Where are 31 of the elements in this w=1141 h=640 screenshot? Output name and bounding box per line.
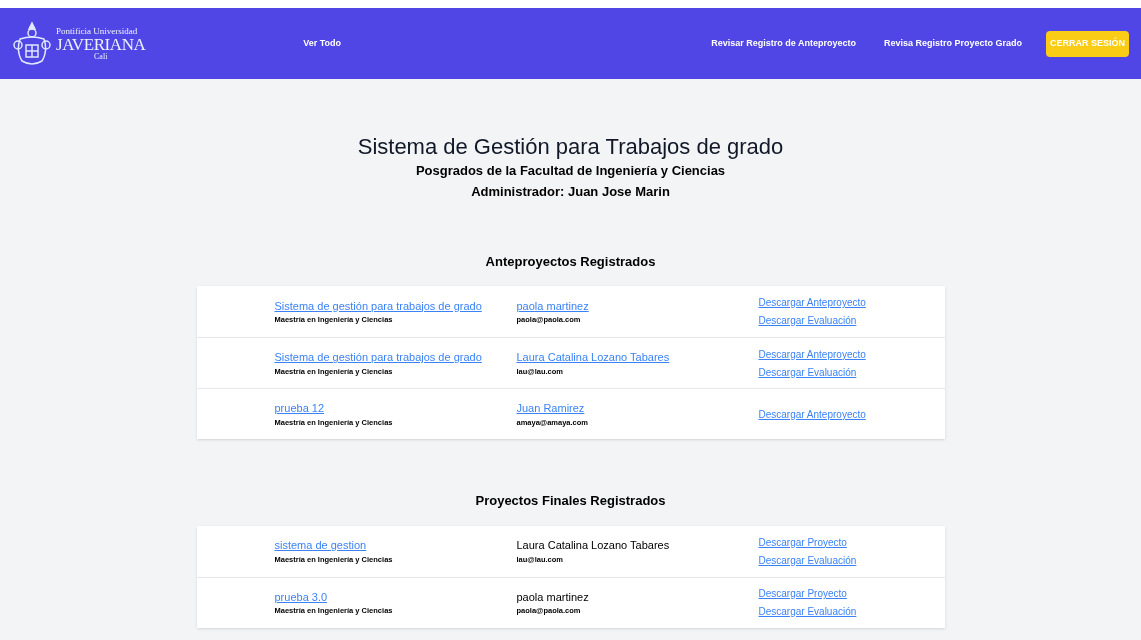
section-heading: Proyectos Finales Registrados — [475, 492, 666, 510]
download-link[interactable]: Descargar Anteproyecto — [758, 406, 866, 422]
student-name: Laura Catalina Lozano Tabares — [516, 538, 670, 554]
download-link[interactable]: Descargar Anteproyecto — [758, 295, 866, 310]
download-link[interactable]: Descargar Evaluación — [758, 552, 857, 568]
logo-text: JAVERIANA — [56, 35, 146, 53]
admin-name: Administrador: Juan Jose Marin — [471, 183, 670, 201]
download-link[interactable]: Descargar Evaluación — [758, 604, 857, 619]
student-name: paola martinez — [516, 589, 589, 605]
project-link[interactable]: sistema de gestion — [274, 537, 367, 554]
project-link[interactable]: Sistema de gestión para trabajos de grado — [274, 349, 482, 366]
crest-icon — [12, 20, 52, 67]
project-link[interactable]: prueba 12 — [274, 400, 325, 417]
student-link[interactable]: Laura Catalina Lozano Tabares — [516, 349, 670, 366]
project-link[interactable]: Sistema de gestión para trabajos de grado — [274, 297, 482, 315]
section-heading: Anteproyectos Registrados — [485, 252, 656, 271]
logo-text: Cali — [94, 52, 108, 61]
project-link[interactable]: prueba 3.0 — [274, 588, 328, 606]
logo-text: Pontificia Universidad — [56, 26, 139, 36]
nav-link[interactable]: Revisar Registro de Anteproyecto — [711, 36, 856, 51]
download-link[interactable]: Descargar Proyecto — [758, 534, 847, 550]
download-link[interactable]: Descargar Proyecto — [758, 586, 847, 601]
page-subtitle: Posgrados de la Facultad de Ingeniería y Ciencias — [415, 161, 726, 180]
download-link[interactable]: Descargar Anteproyecto — [758, 346, 866, 362]
nav-link[interactable]: Revisa Registro Proyecto Grado — [883, 36, 1022, 51]
student-link[interactable]: Juan Ramirez — [516, 400, 585, 417]
page-title: Sistema de Gestión para Trabajos de grado — [357, 133, 784, 161]
download-link[interactable]: Descargar Evaluación — [758, 313, 857, 328]
student-link[interactable]: paola martinez — [516, 297, 589, 315]
nav-link[interactable]: Ver Todo — [303, 36, 684, 51]
download-link[interactable]: Descargar Evaluación — [758, 364, 857, 380]
